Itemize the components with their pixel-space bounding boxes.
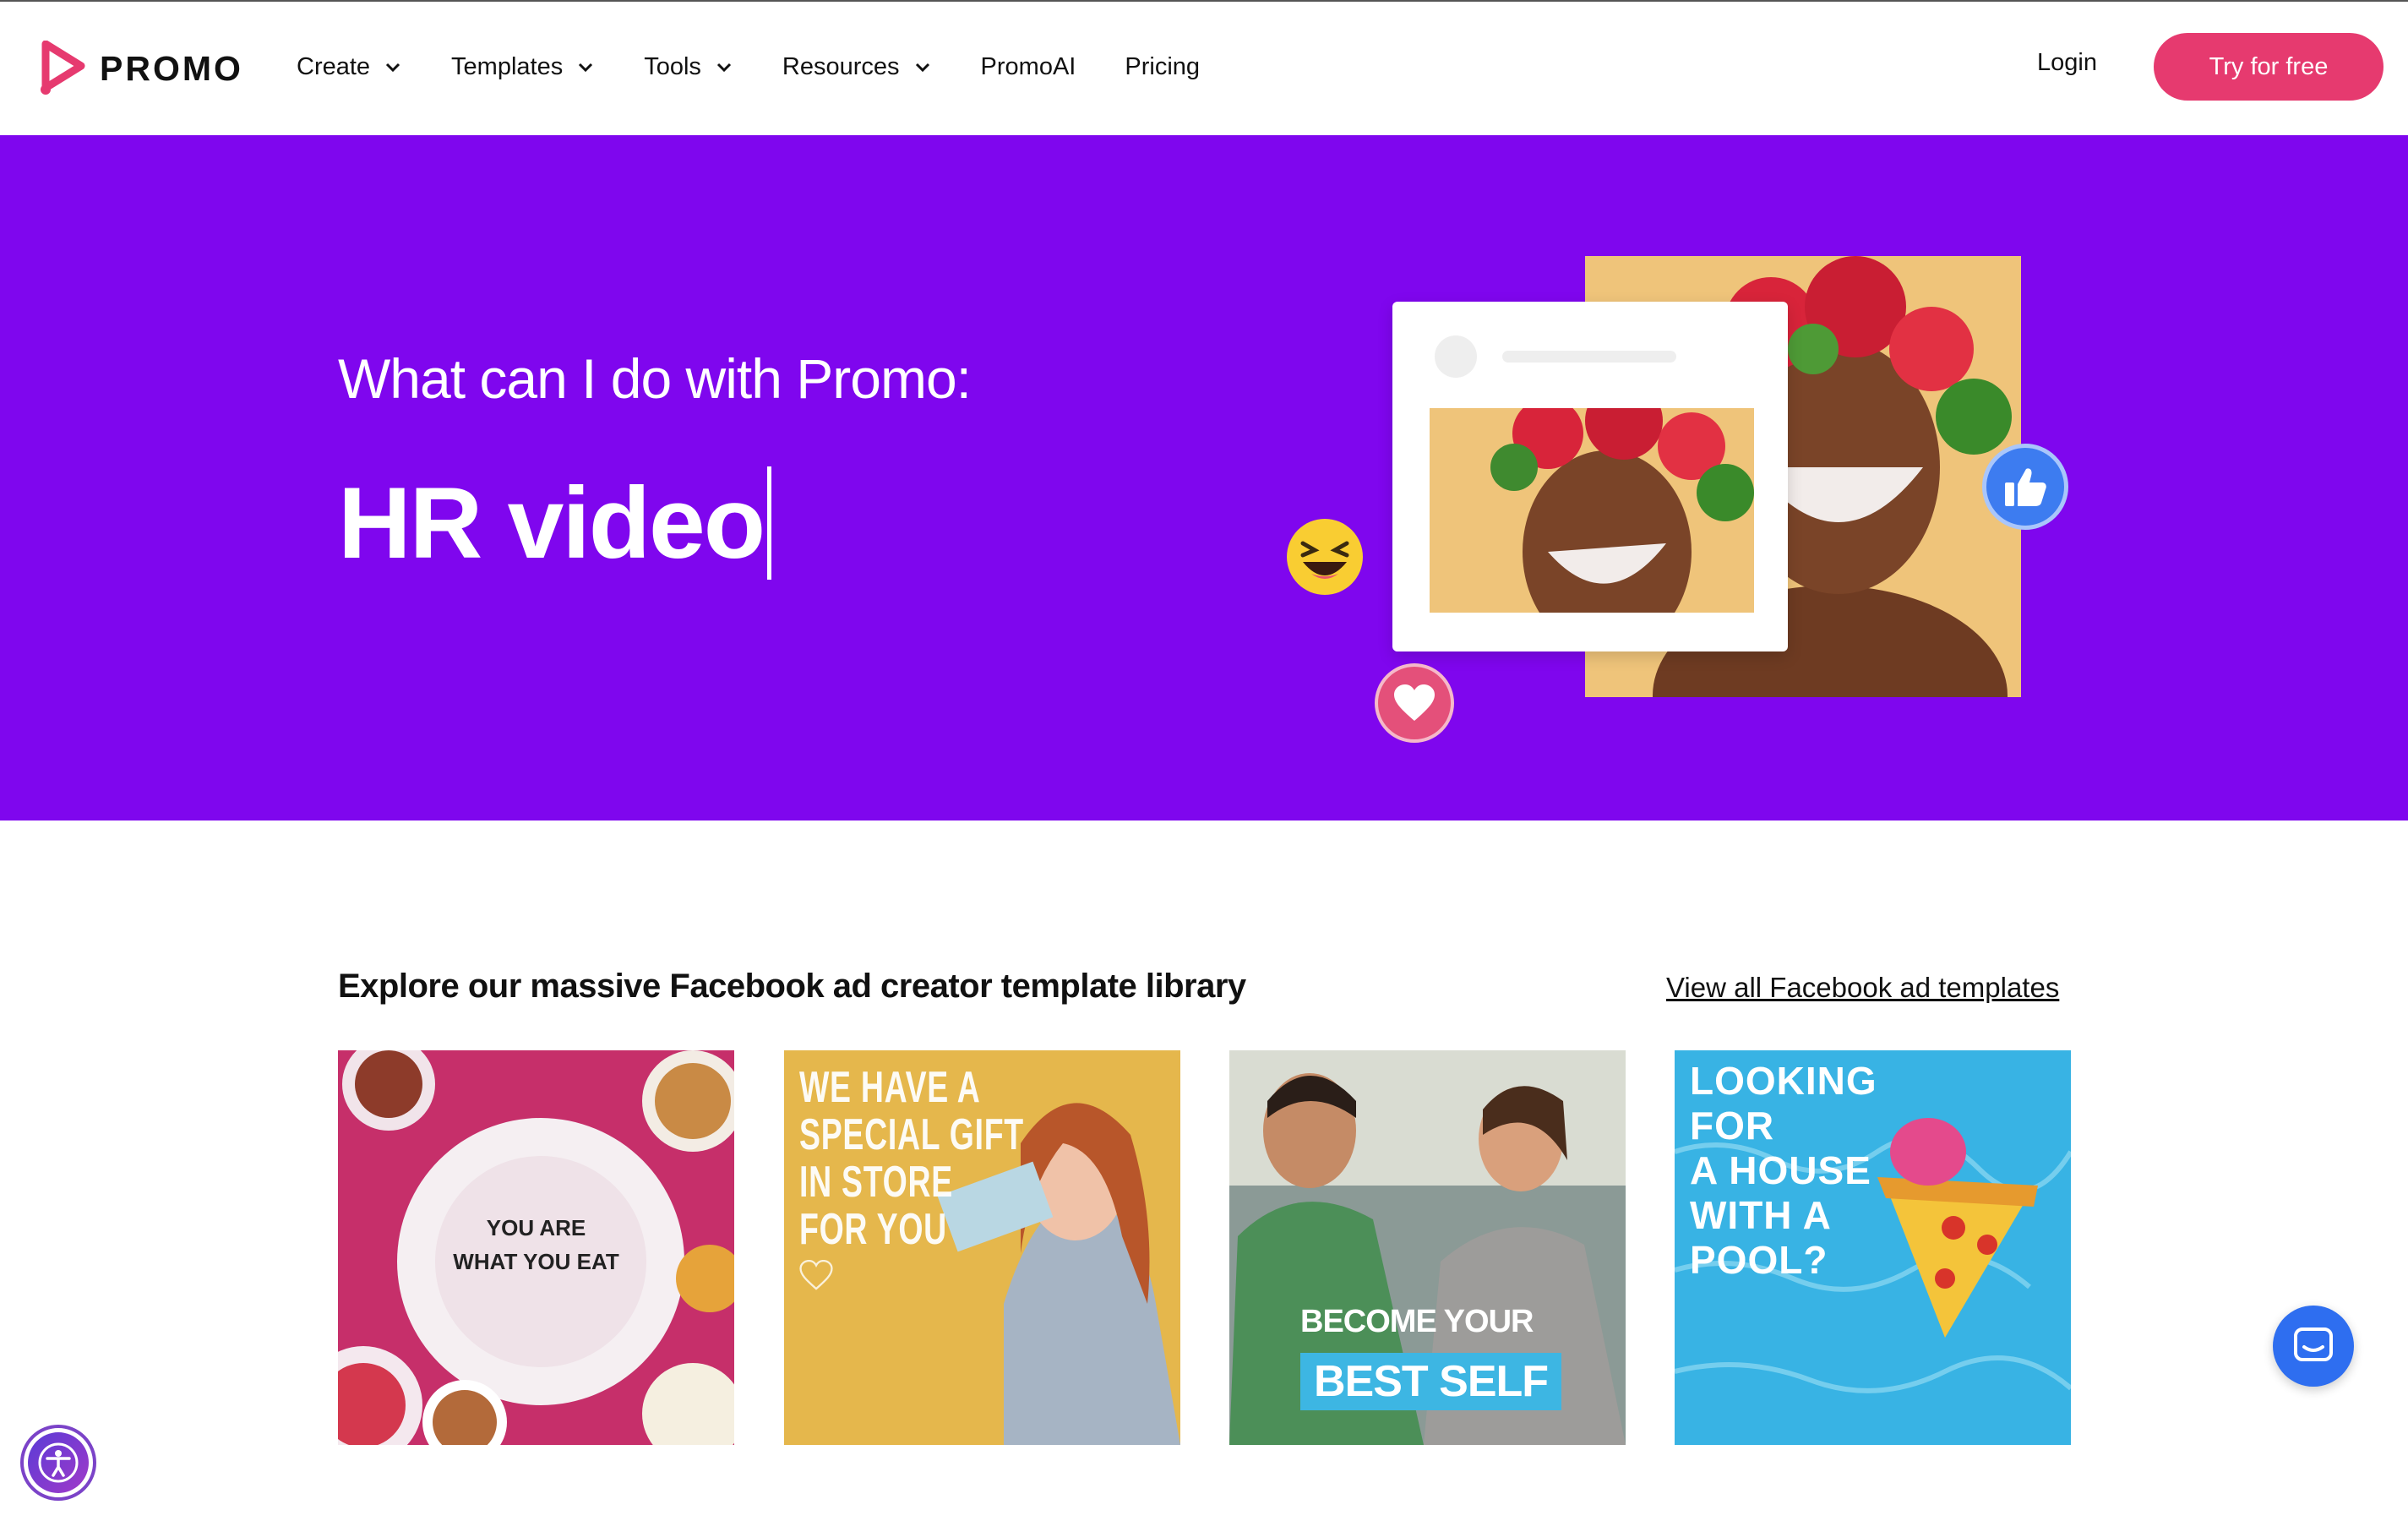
template-4-headline: LOOKING FOR A HOUSE WITH A POOL?	[1690, 1059, 1877, 1283]
explore-heading-suffix: template library	[992, 968, 1246, 1005]
social-post-card	[1392, 302, 1788, 651]
accessibility-icon	[38, 1442, 79, 1483]
template-4-line-3: A HOUSE	[1690, 1148, 1871, 1192]
template-card[interactable]: YOU ARE WHAT YOU EAT	[338, 1050, 734, 1445]
food-bowls-illustration	[338, 1050, 734, 1445]
chat-icon	[2294, 1327, 2333, 1361]
logo-text: PROMO	[100, 48, 243, 88]
template-1-line-2: WHAT YOU EAT	[453, 1249, 619, 1274]
promo-logo-icon	[41, 41, 85, 95]
accessibility-button[interactable]	[20, 1425, 96, 1501]
nav-create-label: Create	[297, 52, 371, 80]
like-reaction-icon	[1982, 444, 2068, 530]
template-2-line-3: IN STORE	[799, 1158, 953, 1207]
template-4-line-2: FOR	[1690, 1104, 1775, 1148]
nav-templates[interactable]: Templates	[451, 53, 595, 81]
template-2-line-2: SPECIAL GIFT	[799, 1110, 1024, 1159]
heart-reaction-icon	[1375, 663, 1454, 743]
template-2-headline: WE HAVE A SPECIAL GIFT IN STORE FOR YOU	[799, 1064, 1024, 1253]
nav-tools-label: Tools	[644, 52, 701, 80]
try-for-free-button[interactable]: Try for free	[2154, 33, 2383, 101]
login-link[interactable]: Login	[2037, 49, 2097, 77]
template-card[interactable]: WE HAVE A SPECIAL GIFT IN STORE FOR YOU	[784, 1050, 1180, 1445]
template-2-line-4: FOR YOU	[799, 1205, 947, 1254]
template-4-line-1: LOOKING	[1690, 1059, 1877, 1103]
nav-create[interactable]: Create	[297, 53, 402, 81]
nav-resources[interactable]: Resources	[782, 53, 932, 81]
heart-outline-icon	[799, 1260, 833, 1290]
template-card[interactable]: BECOME YOUR BEST SELF	[1229, 1050, 1626, 1445]
chat-button[interactable]	[2273, 1306, 2354, 1387]
chevron-down-icon	[385, 63, 400, 73]
view-all-templates-link[interactable]: View all Facebook ad templates	[1666, 972, 2059, 1004]
nav-promoai-label: PromoAI	[980, 52, 1076, 80]
chevron-down-icon	[579, 63, 593, 73]
explore-heading-bold: Facebook ad creator	[669, 968, 993, 1005]
hero-section: What can I do with Promo: HR video	[0, 135, 2408, 820]
nav-tools[interactable]: Tools	[644, 53, 733, 81]
template-card[interactable]: LOOKING FOR A HOUSE WITH A POOL?	[1675, 1050, 2071, 1445]
post-photo	[1430, 408, 1754, 613]
nav-pricing[interactable]: Pricing	[1125, 53, 1200, 81]
nav-promoai[interactable]: PromoAI	[981, 53, 1076, 81]
top-navigation: PROMO Create Templates Tools Resources P…	[0, 2, 2408, 135]
chevron-down-icon	[716, 63, 731, 73]
nav-resources-label: Resources	[782, 52, 900, 80]
chevron-down-icon	[915, 63, 929, 73]
template-1-line-1: YOU ARE	[486, 1215, 586, 1240]
hero-typed-text: HR video	[338, 466, 765, 580]
template-3-line-1: BECOME YOUR	[1300, 1304, 1534, 1339]
woman-portrait-illustration	[1430, 408, 1754, 613]
template-4-line-5: POOL?	[1690, 1238, 1828, 1282]
nav-templates-label: Templates	[451, 52, 564, 80]
post-avatar-placeholder	[1435, 335, 1477, 378]
hero-typed-title: HR video	[338, 465, 772, 581]
laughing-emoji-icon	[1287, 519, 1363, 595]
template-3-badge: BEST SELF	[1300, 1353, 1562, 1410]
hero-subtitle: What can I do with Promo:	[338, 347, 972, 410]
template-2-line-1: WE HAVE A	[799, 1063, 981, 1112]
text-cursor	[767, 466, 772, 580]
accessibility-button-inner	[28, 1432, 89, 1493]
promo-logo[interactable]: PROMO	[39, 41, 243, 96]
explore-heading-prefix: Explore our massive	[338, 968, 670, 1005]
main-menu: Create Templates Tools Resources PromoAI…	[297, 2, 1249, 132]
template-4-line-4: WITH A	[1690, 1193, 1832, 1237]
post-text-placeholder	[1502, 351, 1676, 363]
explore-heading: Explore our massive Facebook ad creator …	[338, 968, 1246, 1006]
nav-pricing-label: Pricing	[1125, 52, 1201, 80]
